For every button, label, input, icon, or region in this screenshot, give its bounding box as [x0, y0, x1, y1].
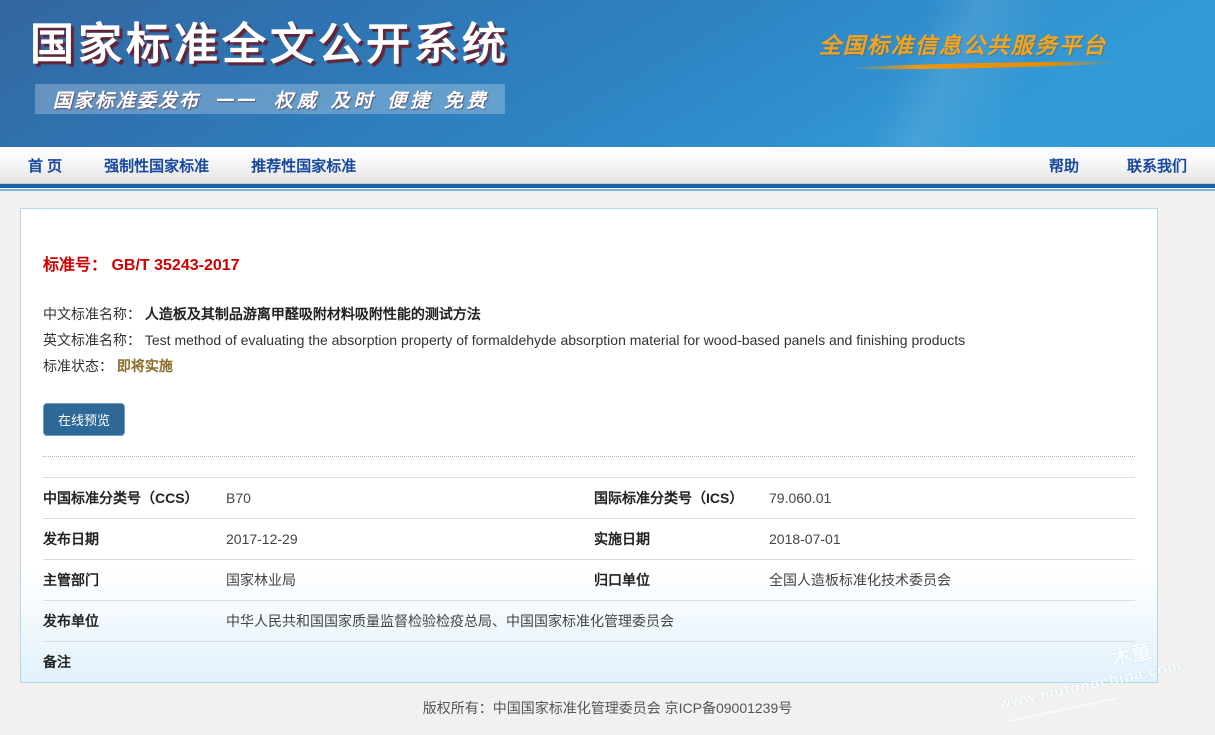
standard-number-label: 标准号： — [43, 257, 107, 274]
main-navigation: 首 页 强制性国家标准 推荐性国家标准 帮助 联系我们 — [0, 147, 1215, 191]
committee-value: 全国人造板标准化技术委员会 — [769, 570, 1135, 590]
publisher-value: 中华人民共和国国家质量监督检验检疫总局、中国国家标准化管理委员会 — [226, 611, 1135, 631]
table-row: 主管部门 国家林业局 归口单位 全国人造板标准化技术委员会 — [43, 559, 1135, 600]
status-label: 标准状态： — [43, 358, 113, 374]
site-title: 国家标准全文公开系统 — [30, 8, 510, 72]
publish-date-value: 2017-12-29 — [226, 531, 594, 547]
table-row: 中国标准分类号（CCS） B70 国际标准分类号（ICS） 79.060.01 — [43, 477, 1135, 518]
cn-name-line: 中文标准名称： 人造板及其制品游离甲醛吸附材料吸附性能的测试方法 — [43, 301, 1135, 327]
table-row: 发布日期 2017-12-29 实施日期 2018-07-01 — [43, 518, 1135, 559]
ccs-value: B70 — [226, 490, 594, 506]
authority-label: 主管部门 — [43, 570, 226, 590]
footer-copyright: 版权所有：中国国家标准化管理委员会 京ICP备09001239号 — [0, 698, 1215, 718]
en-name-value: Test method of evaluating the absorption… — [145, 332, 965, 348]
ics-value: 79.060.01 — [769, 490, 1135, 506]
standard-detail-card: 标准号： GB/T 35243-2017 中文标准名称： 人造板及其制品游离甲醛… — [20, 208, 1158, 683]
status-line: 标准状态： 即将实施 — [43, 353, 1135, 379]
nav-item-help[interactable]: 帮助 — [1049, 155, 1079, 176]
table-row: 发布单位 中华人民共和国国家质量监督检验检疫总局、中国国家标准化管理委员会 — [43, 600, 1135, 641]
en-name-line: 英文标准名称： Test method of evaluating the ab… — [43, 327, 1135, 353]
nav-item-home[interactable]: 首 页 — [28, 155, 62, 176]
dotted-divider — [43, 456, 1135, 457]
status-value: 即将实施 — [117, 358, 173, 374]
nav-item-mandatory-standards[interactable]: 强制性国家标准 — [104, 155, 209, 176]
nav-divider-light — [0, 189, 1215, 191]
publish-date-label: 发布日期 — [43, 529, 226, 549]
nav-divider-dark — [0, 184, 1215, 188]
online-preview-button[interactable]: 在线预览 — [43, 403, 125, 436]
cn-name-value: 人造板及其制品游离甲醛吸附材料吸附性能的测试方法 — [145, 306, 481, 322]
standard-number-line: 标准号： GB/T 35243-2017 — [43, 251, 1135, 275]
nav-item-recommended-standards[interactable]: 推荐性国家标准 — [251, 155, 356, 176]
header-sub-banner: 国家标准委发布 —— 权威 及时 便捷 免费 — [35, 84, 505, 114]
ccs-label: 中国标准分类号（CCS） — [43, 488, 226, 508]
sub-banner-publisher: 国家标准委发布 — [53, 86, 200, 113]
slogan-underline-swoosh — [850, 60, 1115, 71]
table-row: 备注 — [43, 641, 1135, 682]
implement-date-value: 2018-07-01 — [769, 531, 1135, 547]
site-header: 国家标准全文公开系统 国家标准委发布 —— 权威 及时 便捷 免费 全国标准信息… — [0, 0, 1215, 147]
remarks-label: 备注 — [43, 652, 226, 672]
committee-label: 归口单位 — [594, 570, 769, 590]
sub-banner-dash: —— — [216, 88, 258, 110]
nav-item-contact[interactable]: 联系我们 — [1127, 155, 1187, 176]
platform-slogan: 全国标准信息公共服务平台 — [819, 28, 1107, 60]
standard-number-value: GB/T 35243-2017 — [111, 257, 239, 274]
sub-banner-motto: 权威 及时 便捷 免费 — [274, 86, 490, 113]
standard-details-table: 中国标准分类号（CCS） B70 国际标准分类号（ICS） 79.060.01 … — [43, 477, 1135, 682]
authority-value: 国家林业局 — [226, 570, 594, 590]
ics-label: 国际标准分类号（ICS） — [594, 488, 769, 508]
publisher-label: 发布单位 — [43, 611, 226, 631]
implement-date-label: 实施日期 — [594, 529, 769, 549]
cn-name-label: 中文标准名称： — [43, 306, 141, 322]
en-name-label: 英文标准名称： — [43, 332, 141, 348]
